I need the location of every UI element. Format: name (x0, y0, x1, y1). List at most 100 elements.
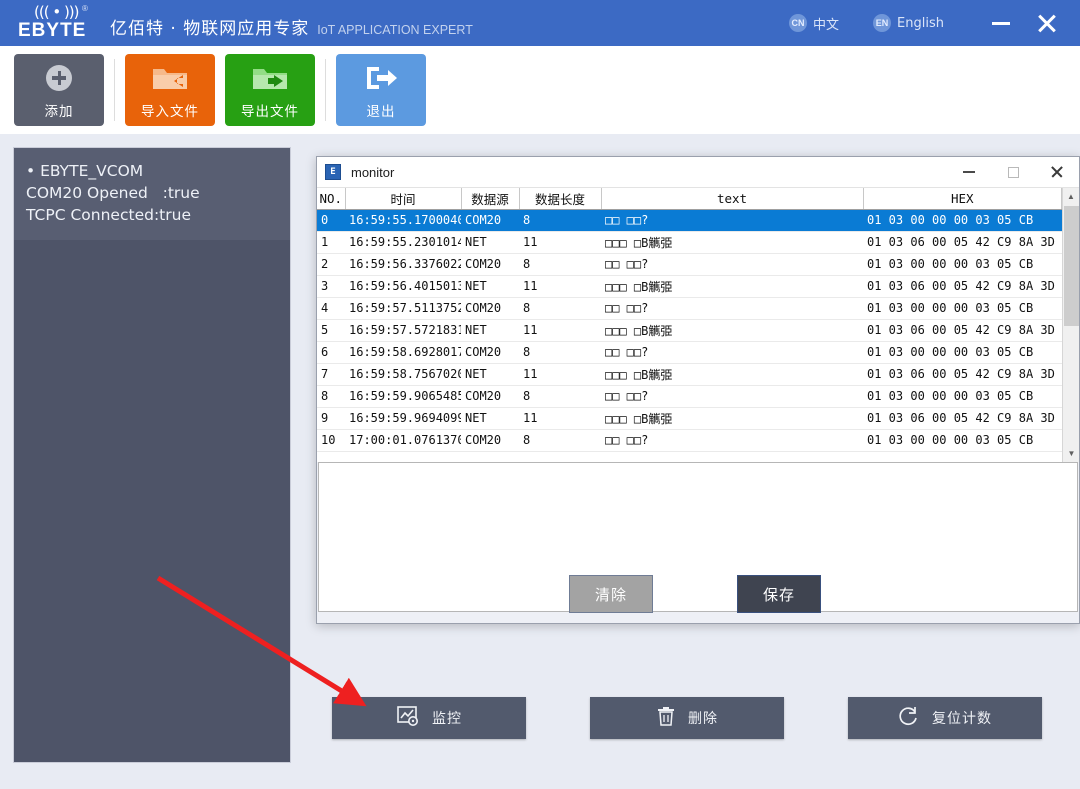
row-cell-no: 6 (317, 341, 345, 364)
en-badge-icon: EN (873, 14, 892, 32)
monitor-close-button[interactable] (1035, 157, 1079, 188)
cn-badge-icon: CN (789, 14, 808, 32)
folder-export-icon (250, 61, 290, 95)
reset-counter-icon (898, 705, 920, 732)
row-cell-hex: 01 03 00 00 00 03 05 CB (863, 297, 1062, 320)
row-cell-length: 11 (519, 319, 601, 342)
device-list-sidebar: EBYTE_VCOM COM20 Opened :true TCPC Conne… (14, 148, 290, 762)
delete-button-label: 删除 (688, 711, 718, 727)
row-cell-length: 8 (519, 429, 601, 452)
row-cell-length: 8 (519, 253, 601, 276)
row-cell-time: 16:59:58.6928017 (345, 341, 461, 364)
table-row[interactable]: 2 16:59:56.3376022 COM20 8 □□ □□? 01 03 00 00… (317, 253, 1062, 276)
device-tcp-status: TCPC Connected:true (26, 206, 191, 224)
row-cell-source: NET (461, 231, 519, 254)
column-header-source[interactable]: 数据源 (461, 188, 520, 210)
column-header-time[interactable]: 时间 (345, 188, 462, 210)
row-cell-text: □□ □□? (601, 341, 863, 364)
row-cell-length: 8 (519, 297, 601, 320)
row-cell-text: □□□ □B觽弫 (601, 231, 863, 254)
row-cell-text: □□□ □B觽弫 (601, 363, 863, 386)
toolbar-button-add[interactable]: 添加 (14, 54, 104, 126)
toolbar-button-export[interactable]: 导出文件 (225, 54, 315, 126)
row-cell-time: 16:59:59.9694099 (345, 407, 461, 430)
row-cell-source: COM20 (461, 385, 519, 408)
row-cell-no: 2 (317, 253, 345, 276)
row-cell-source: COM20 (461, 429, 519, 452)
clear-button[interactable]: 清除 (569, 575, 653, 613)
monitor-minimize-button[interactable] (947, 157, 991, 188)
column-header-text[interactable]: text (601, 188, 864, 210)
minimize-button[interactable] (978, 0, 1024, 46)
row-cell-text: □□ □□? (601, 385, 863, 408)
row-cell-hex: 01 03 00 00 00 03 05 CB (863, 253, 1062, 276)
row-cell-text: □□ □□? (601, 297, 863, 320)
monitor-table-scrollbar[interactable]: ▲ ▼ (1062, 188, 1079, 462)
scroll-down-icon[interactable]: ▼ (1063, 445, 1080, 462)
row-cell-source: COM20 (461, 253, 519, 276)
toolbar-button-exit[interactable]: 退出 (336, 54, 426, 126)
reset-counter-button[interactable]: 复位计数 (848, 697, 1042, 739)
table-row[interactable]: 3 16:59:56.4015013 NET 11 □□□ □B觽弫 01 03 06 0… (317, 275, 1062, 298)
table-row[interactable]: 5 16:59:57.5721831 NET 11 □□□ □B觽弫 01 03 06 0… (317, 319, 1062, 342)
minimize-icon (992, 21, 1010, 25)
monitor-table: NO. 时间 数据源 数据长度 text HEX 0 16:59:55.17000… (317, 188, 1062, 452)
column-header-no[interactable]: NO. (317, 188, 346, 210)
row-cell-text: □□ □□? (601, 253, 863, 276)
device-list-item-ebyte-vcom[interactable]: EBYTE_VCOM COM20 Opened :true TCPC Conne… (14, 148, 290, 240)
monitor-table-scroll[interactable]: NO. 时间 数据源 数据长度 text HEX 0 16:59:55.17000… (317, 188, 1062, 462)
row-cell-hex: 01 03 06 00 05 42 C9 8A 3D 8F 82 (863, 407, 1062, 430)
table-row[interactable]: 10 17:00:01.0761370 COM20 8 □□ □□? 01 03 00 0… (317, 429, 1062, 452)
row-cell-source: NET (461, 319, 519, 342)
row-cell-no: 9 (317, 407, 345, 430)
monitor-table-area: NO. 时间 数据源 数据长度 text HEX 0 16:59:55.17000… (317, 188, 1079, 462)
row-cell-no: 0 (317, 209, 345, 232)
monitor-dialog-titlebar[interactable]: E monitor (317, 157, 1079, 188)
save-button[interactable]: 保存 (737, 575, 821, 613)
table-row[interactable]: 4 16:59:57.5113752 COM20 8 □□ □□? 01 03 00 00… (317, 297, 1062, 320)
toolbar-button-import[interactable]: 导入文件 (125, 54, 215, 126)
device-name: EBYTE_VCOM (26, 160, 280, 182)
monitor-maximize-button[interactable] (991, 157, 1035, 188)
row-cell-time: 16:59:57.5721831 (345, 319, 461, 342)
scroll-up-icon[interactable]: ▲ (1063, 188, 1079, 205)
chart-monitor-icon (396, 705, 420, 732)
close-button[interactable] (1024, 0, 1070, 46)
row-cell-text: □□ □□? (601, 429, 863, 452)
scrollbar-thumb[interactable] (1064, 206, 1079, 326)
main-toolbar: 添加 导入文件 导出文件 退出 (0, 46, 1080, 134)
table-row[interactable]: 8 16:59:59.9065485 COM20 8 □□ □□? 01 03 00 00… (317, 385, 1062, 408)
row-cell-text: □□ □□? (601, 209, 863, 232)
row-cell-time: 16:59:55.2301014 (345, 231, 461, 254)
row-cell-source: COM20 (461, 341, 519, 364)
table-row[interactable]: 0 16:59:55.1700040 COM20 8 □□ □□? 01 03 00 00… (317, 209, 1062, 232)
monitor-app-icon: E (325, 164, 341, 180)
row-cell-length: 11 (519, 363, 601, 386)
column-header-length[interactable]: 数据长度 (519, 188, 602, 210)
toolbar-label-import: 导入文件 (141, 103, 199, 120)
row-cell-length: 11 (519, 231, 601, 254)
ebyte-logo: ((( • ))) ® EBYTE (14, 3, 100, 43)
row-cell-text: □□□ □B觽弫 (601, 407, 863, 430)
title-bar: ((( • ))) ® EBYTE 亿佰特 · 物联网应用专家 IoT APPL… (0, 0, 1080, 46)
registered-mark-icon: ® (82, 4, 88, 13)
monitor-dialog: E monitor NO. 时间 数据源 数据长度 text HEX 0 16:… (316, 156, 1080, 624)
monitor-button[interactable]: 监控 (332, 697, 526, 739)
table-row[interactable]: 6 16:59:58.6928017 COM20 8 □□ □□? 01 03 00 00… (317, 341, 1062, 364)
monitor-dialog-footer: 清除 保存 (317, 565, 1079, 623)
language-switch-english[interactable]: EN English (873, 14, 944, 32)
row-cell-no: 7 (317, 363, 345, 386)
language-switch-chinese[interactable]: CN 中文 (789, 14, 839, 33)
device-com-status: COM20 Opened :true (26, 184, 200, 202)
row-cell-time: 16:59:55.1700040 (345, 209, 461, 232)
table-row[interactable]: 9 16:59:59.9694099 NET 11 □□□ □B觽弫 01 03 06 0… (317, 407, 1062, 430)
row-cell-no: 5 (317, 319, 345, 342)
row-cell-source: NET (461, 363, 519, 386)
column-header-hex[interactable]: HEX (863, 188, 1062, 210)
table-row[interactable]: 7 16:59:58.7567020 NET 11 □□□ □B觽弫 01 03 06 0… (317, 363, 1062, 386)
delete-button[interactable]: 删除 (590, 697, 784, 739)
reset-counter-button-label: 复位计数 (932, 711, 992, 727)
row-cell-length: 8 (519, 209, 601, 232)
row-cell-time: 17:00:01.0761370 (345, 429, 461, 452)
table-row[interactable]: 1 16:59:55.2301014 NET 11 □□□ □B觽弫 01 03 06 0… (317, 231, 1062, 254)
